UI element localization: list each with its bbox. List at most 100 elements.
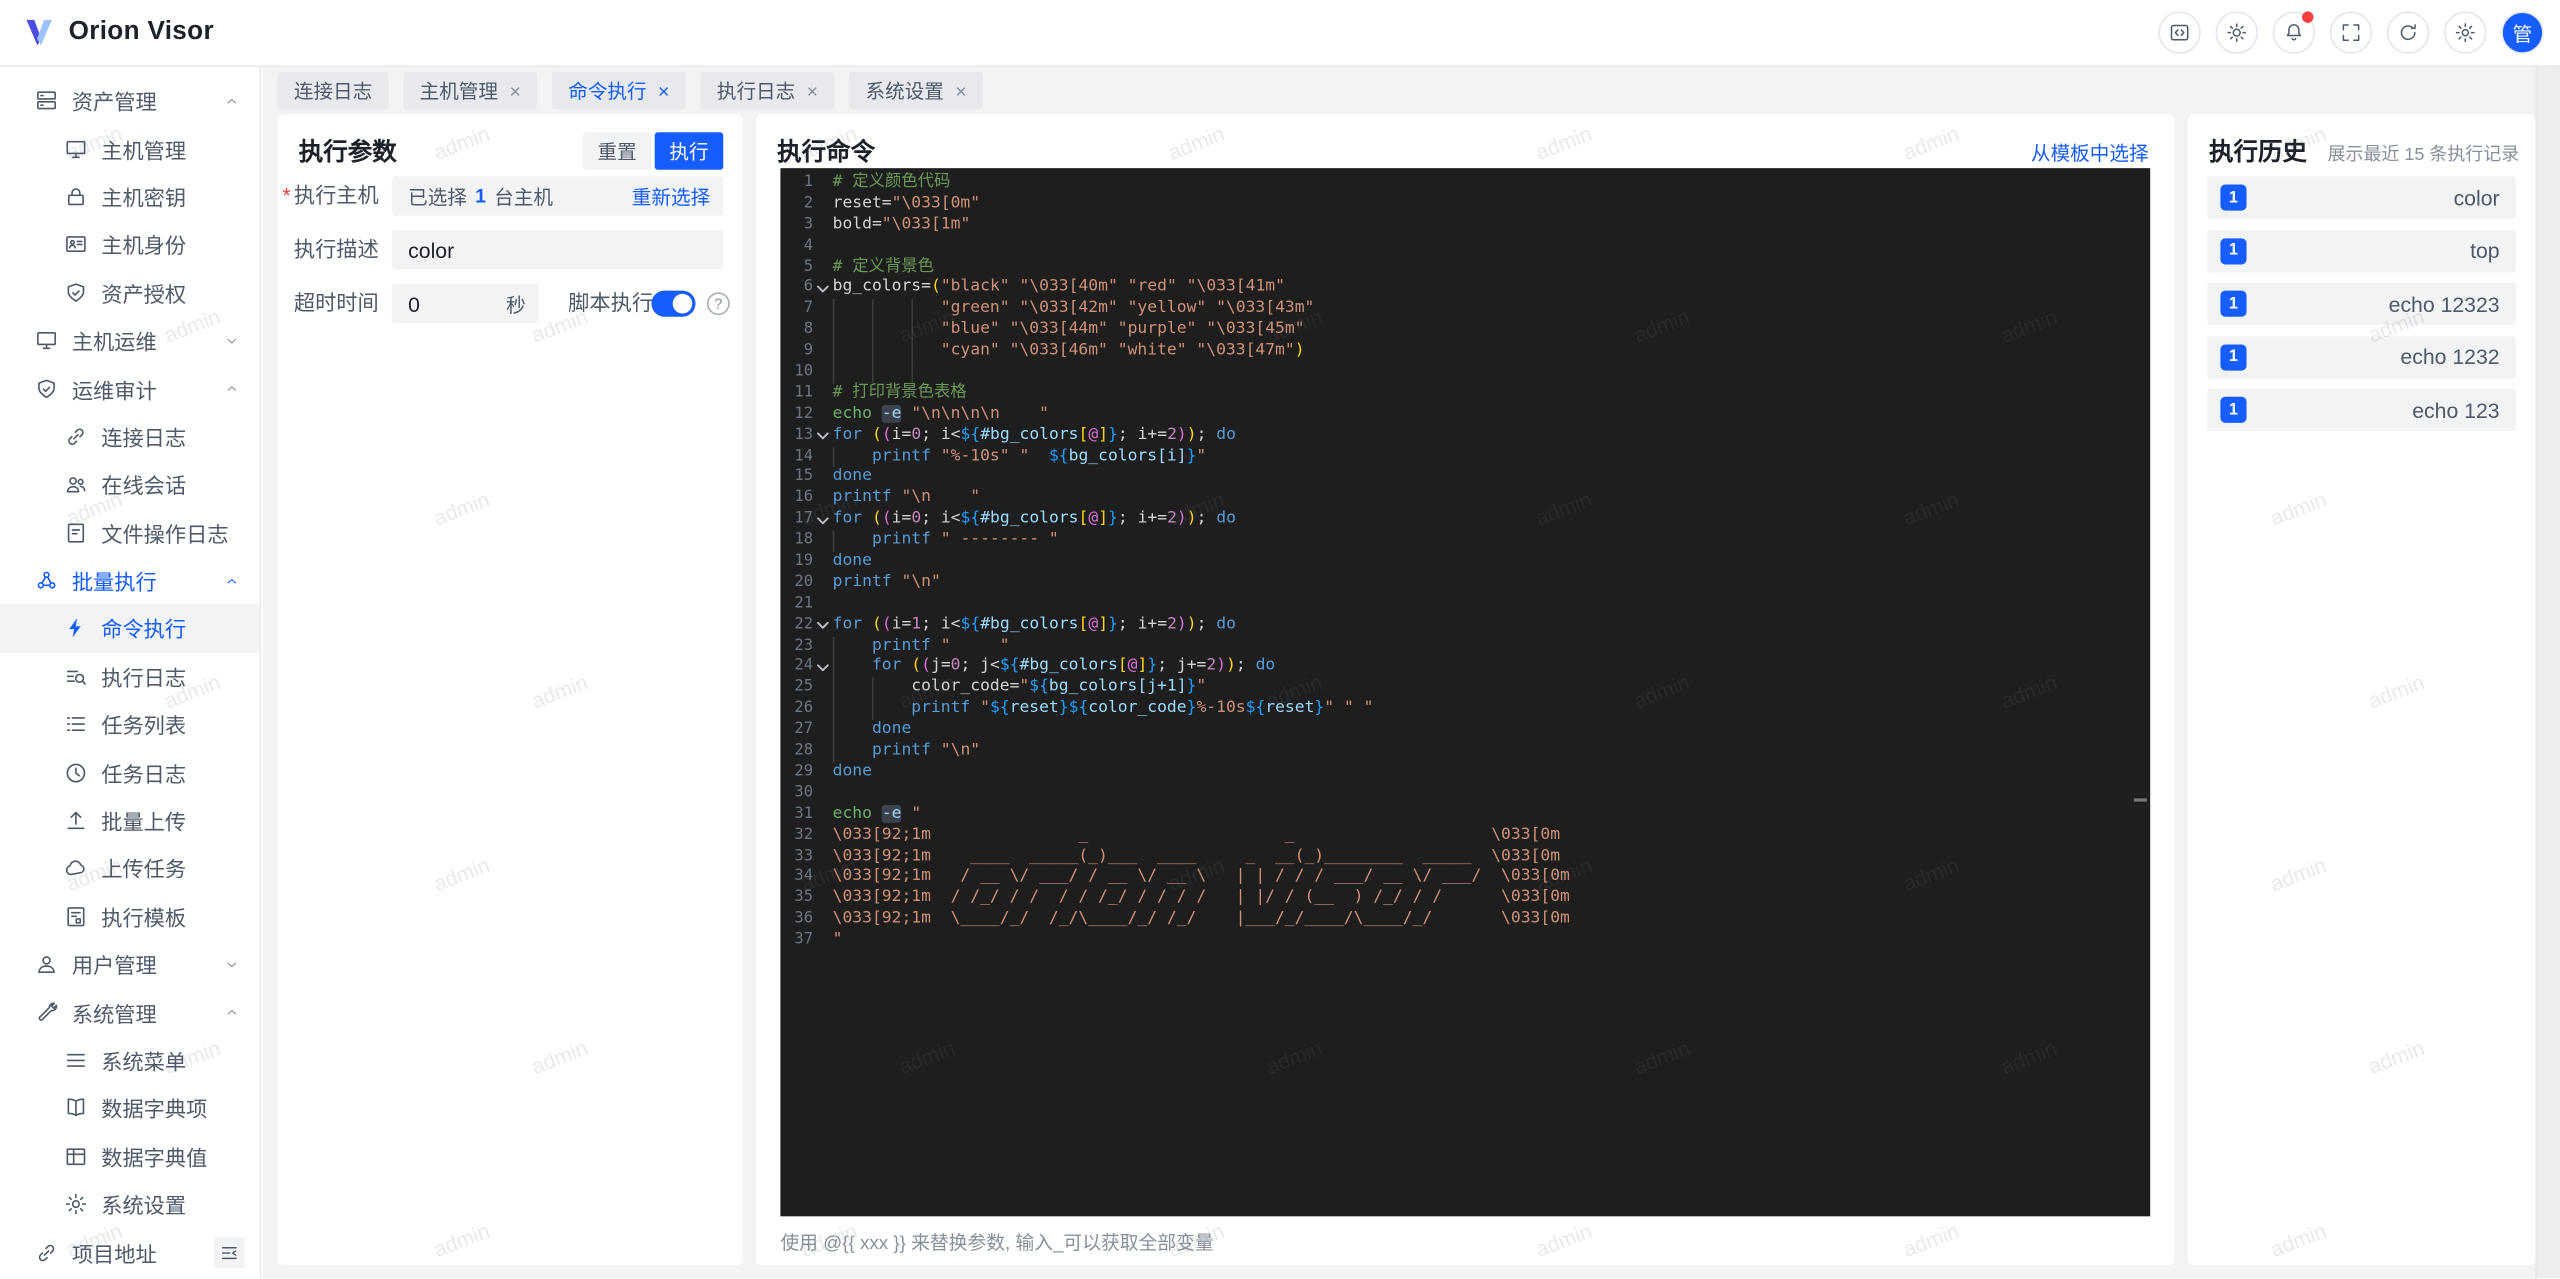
sidebar-collapse-button[interactable] — [213, 1237, 245, 1269]
page-scrollbar[interactable] — [2535, 66, 2560, 1279]
history-item[interactable]: 1 top — [2207, 229, 2516, 272]
refresh-button[interactable] — [2386, 11, 2430, 54]
tab-close-icon[interactable]: × — [955, 81, 966, 101]
host-count-badge: 1 — [2220, 237, 2247, 264]
sidebar-item[interactable]: 执行模板 — [0, 892, 260, 940]
tab-5[interactable]: 系统设置 × — [849, 71, 984, 110]
sidebar-item[interactable]: 批量上传 — [0, 797, 260, 845]
fold-chevron-icon[interactable] — [816, 282, 829, 295]
sidebar-item[interactable]: 任务日志 — [0, 749, 260, 797]
brand-name: Orion Visor — [68, 17, 214, 46]
sidebar-item[interactable]: 系统管理 — [0, 988, 260, 1036]
sidebar-item[interactable]: 主机管理 — [0, 125, 260, 173]
tab-close-icon[interactable]: × — [658, 81, 669, 101]
history-command: echo 12323 — [2388, 291, 2500, 317]
sidebar-item[interactable]: 主机密钥 — [0, 173, 260, 221]
sidebar-item[interactable]: 系统菜单 — [0, 1036, 260, 1084]
fold-chevron-icon[interactable] — [816, 430, 829, 443]
theme-button[interactable] — [2215, 11, 2258, 54]
sidebar-item[interactable]: 系统设置 — [0, 1180, 260, 1228]
timeout-row: 超时时间 秒 脚本执行 ? — [278, 284, 743, 324]
exec-params-title: 执行参数 — [298, 138, 397, 167]
sidebar-item[interactable]: 数据字典项 — [0, 1084, 260, 1132]
menu-icon — [66, 1053, 85, 1067]
tab-2[interactable]: 主机管理 × — [403, 71, 538, 110]
exec-history-subtitle: 展示最近 15 条执行记录 — [2327, 145, 2520, 165]
chevron-up-icon — [227, 1010, 237, 1015]
choose-from-template-link[interactable]: 从模板中选择 — [2031, 139, 2149, 167]
sidebar-item[interactable]: 连接日志 — [0, 413, 260, 461]
fold-chevron-icon[interactable] — [816, 619, 829, 632]
sidebar-item[interactable]: 数据字典值 — [0, 1132, 260, 1180]
sidebar-item[interactable]: 用户管理 — [0, 940, 260, 988]
tab-close-icon[interactable]: × — [509, 81, 520, 101]
user-icon — [37, 956, 55, 974]
fullscreen-button[interactable] — [2329, 11, 2373, 54]
code-line: 3 bold="\033[1m" — [803, 215, 971, 234]
code-line: 6 bg_colors=("black" "\033[40m" "red" "\0… — [803, 278, 1285, 297]
chevron-down-icon — [227, 962, 237, 967]
code-line: 32 \033[92;1m _ _ \033[0m — [794, 825, 1561, 844]
sidebar-item[interactable]: 任务列表 — [0, 701, 260, 749]
timeout-input[interactable] — [391, 291, 507, 316]
sidebar-item-label: 执行模板 — [101, 905, 187, 931]
sidebar-item-label: 资产管理 — [71, 90, 157, 115]
sidebar-item[interactable]: 文件操作日志 — [0, 509, 260, 557]
sidebar-item-label: 命令执行 — [101, 617, 187, 643]
sidebar-item[interactable]: 命令执行 — [0, 604, 260, 653]
user-avatar[interactable]: 管 — [2501, 11, 2544, 54]
code-button[interactable] — [2158, 11, 2201, 54]
chevron-up-icon — [227, 578, 237, 583]
tab-label: 系统设置 — [865, 79, 944, 103]
code-line: 5 # 定义背景色 — [803, 257, 934, 276]
reselect-host-link[interactable]: 重新选择 — [632, 182, 710, 210]
settings-button[interactable] — [2444, 11, 2487, 54]
sidebar-item[interactable]: 主机运维 — [0, 317, 260, 365]
run-button[interactable]: 执行 — [654, 132, 724, 170]
fold-chevron-icon[interactable] — [816, 661, 829, 674]
command-editor[interactable]: 1 # 定义颜色代码 2 reset="\033[0m" 3 bold="\033[1m"… — [780, 168, 2151, 1217]
tab-bar: 连接日志 主机管理 × 命令执行 × 执行日志 × 系统设置 × — [277, 71, 984, 110]
sidebar-item[interactable]: 资产管理 — [0, 77, 260, 125]
sidebar-item[interactable]: 在线会话 — [0, 461, 260, 509]
sidebar-item[interactable]: 执行日志 — [0, 653, 260, 701]
editor-overview-marker — [2133, 798, 2147, 802]
fold-chevron-icon[interactable] — [816, 514, 829, 527]
history-item[interactable]: 1 color — [2207, 176, 2516, 219]
script-exec-toggle[interactable] — [651, 290, 696, 317]
sidebar-item[interactable]: 资产授权 — [0, 269, 260, 317]
host-count-badge: 1 — [2220, 184, 2247, 211]
history-item[interactable]: 1 echo 1232 — [2207, 335, 2516, 379]
code-line: 18 printf " -------- " — [780, 530, 2150, 552]
sidebar-item[interactable]: 上传任务 — [0, 844, 260, 892]
shield-icon — [37, 378, 55, 398]
sidebar-item[interactable]: 批量执行 — [0, 557, 260, 605]
idcard-icon — [65, 236, 85, 253]
bell-button[interactable] — [2272, 11, 2316, 54]
sidebar-item-label: 系统设置 — [101, 1193, 187, 1219]
tab-close-icon[interactable]: × — [807, 81, 818, 101]
exec-params-panel: 执行参数 重置 执行 *执行主机 已选择 1 台主机 重新选择 执行描述 超时时… — [277, 114, 743, 1266]
code-line: 24 for ((j=0; j<${#bg_colors[@]}; j+=2));… — [780, 657, 2150, 679]
history-item[interactable]: 1 echo 123 — [2207, 389, 2516, 432]
history-item[interactable]: 1 echo 12323 — [2207, 282, 2516, 326]
brand[interactable]: Orion Visor — [0, 15, 214, 51]
history-command: echo 1232 — [2400, 344, 2500, 370]
description-input[interactable] — [391, 237, 724, 263]
code-line: 20 printf "\n" — [794, 572, 941, 591]
code-line: 10 — [780, 362, 2150, 384]
parameter-hint: 使用 @{{ xxx }} 来替换参数, 输入_可以获取全部变量 — [780, 1234, 1214, 1254]
timeout-unit: 秒 — [506, 293, 526, 316]
tab-4[interactable]: 执行日志 × — [700, 71, 835, 110]
reset-button[interactable]: 重置 — [582, 132, 652, 170]
code-line: 37 " — [794, 930, 843, 949]
sidebar-item-label: 连接日志 — [101, 425, 187, 451]
sidebar-item[interactable]: 运维审计 — [0, 365, 260, 413]
host-selector[interactable]: 已选择 1 台主机 重新选择 — [391, 176, 724, 216]
code-line: 13 for ((i=0; i<${#bg_colors[@]}; i+=2));… — [794, 425, 1236, 444]
sidebar-item[interactable]: 主机身份 — [0, 221, 260, 269]
help-icon[interactable]: ? — [706, 292, 730, 316]
tab-3[interactable]: 命令执行 × — [551, 71, 686, 110]
tab-1[interactable]: 连接日志 — [277, 71, 389, 110]
code-line: 11 # 打印背景色表格 — [794, 383, 967, 402]
